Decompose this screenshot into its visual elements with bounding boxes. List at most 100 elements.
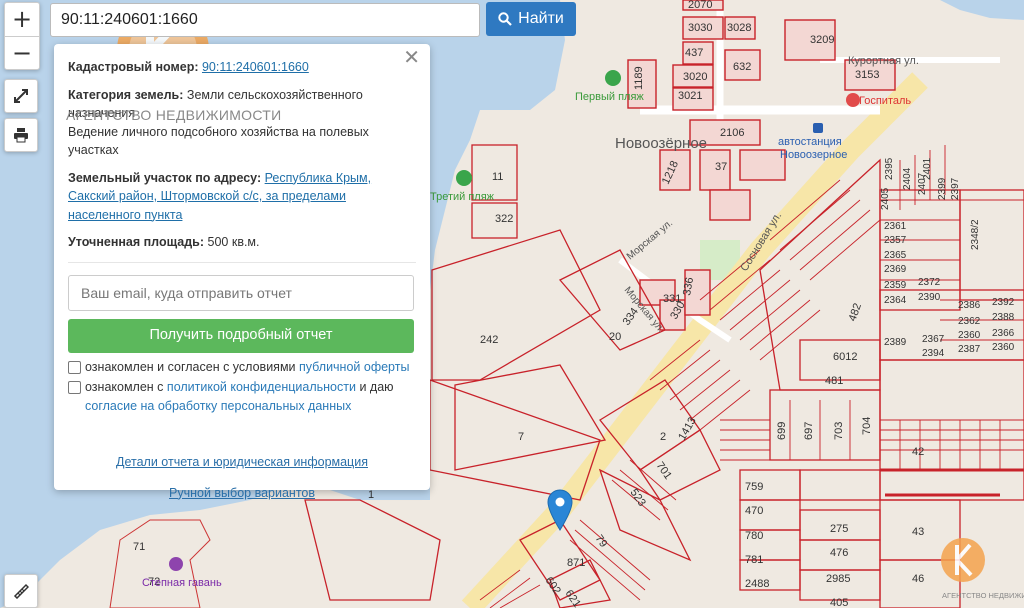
parcel-label: 2395: [884, 157, 895, 180]
usage-text: Ведение личного подсобного хозяйства на …: [68, 124, 369, 158]
parcel-label: 46: [912, 573, 924, 585]
privacy-consent-label: ознакомлен с: [85, 380, 164, 394]
parcel-label: 20: [609, 331, 621, 343]
harbor-icon[interactable]: [169, 557, 183, 571]
bus-icon[interactable]: [813, 123, 823, 133]
parcel-label: 2488: [745, 578, 769, 590]
cadastral-label: Кадастровый номер:: [68, 60, 199, 74]
cadastral-row: Кадастровый номер: 90:11:240601:1660: [68, 58, 416, 77]
parcel-label: 2106: [720, 127, 744, 139]
parcel-label: 781: [745, 554, 763, 566]
parcel-label: 2985: [826, 573, 850, 585]
parcel-label: 2361: [884, 221, 907, 232]
parcel-label: 2369: [884, 264, 907, 275]
privacy-consent-and: и даю: [359, 380, 394, 394]
parcel-label: 2357: [884, 235, 907, 246]
search-icon: [498, 12, 512, 26]
privacy-checkbox[interactable]: [68, 381, 81, 394]
ruler-button[interactable]: [4, 574, 38, 608]
fullscreen-button[interactable]: [4, 79, 38, 113]
parcel-label: 2405: [880, 187, 891, 210]
parcel-label: 476: [830, 547, 848, 559]
offer-consent[interactable]: ознакомлен и согласен с условиями публич…: [68, 358, 416, 377]
parcel-label: 2399: [937, 177, 948, 200]
parcel-label: 2070: [688, 0, 712, 11]
parcel-label: 3153: [855, 69, 879, 81]
get-report-button[interactable]: Получить подробный отчет: [68, 318, 414, 353]
search-button[interactable]: Найти: [486, 2, 576, 36]
parcel-label: 3209: [810, 34, 834, 46]
cadastral-search-input[interactable]: [50, 3, 480, 37]
parcel-label: 632: [733, 61, 751, 73]
parcel-label: 322: [495, 213, 513, 225]
parcel-label: 699: [776, 422, 788, 440]
parcel-label: 871: [567, 557, 585, 569]
privacy-consent[interactable]: ознакомлен с политикой конфиденциальност…: [68, 378, 416, 415]
parcel-label: 2397: [950, 177, 961, 200]
zoom-in-button[interactable]: +: [5, 3, 39, 37]
street-label: Морская ул.: [625, 218, 675, 263]
area-row: Уточненная площадь: 500 кв.м.: [68, 233, 416, 252]
parcel-label: 2389: [884, 337, 907, 348]
parcel-label: 7: [518, 431, 524, 443]
parcel-label: 2359: [884, 280, 907, 291]
parcel-label: 1413: [676, 415, 699, 442]
parcel-label: 3021: [678, 90, 702, 102]
parcel-label: 2387: [958, 344, 981, 355]
parcel-label: 275: [830, 523, 848, 535]
parcel-label: 697: [803, 422, 815, 440]
hospital-icon[interactable]: [846, 93, 860, 107]
zoom-out-button[interactable]: −: [5, 37, 39, 70]
parcel-label: 759: [745, 481, 763, 493]
parcel-label: 3030: [688, 22, 712, 34]
offer-checkbox[interactable]: [68, 360, 81, 374]
privacy-consent-text: ознакомлен с политикой конфиденциальност…: [85, 378, 394, 415]
manual-choice-link[interactable]: Ручной выбор вариантов: [169, 486, 315, 500]
privacy-policy-link[interactable]: политикой конфиденциальности: [167, 380, 356, 394]
poi-label: Первый пляж: [575, 91, 644, 103]
address-label: Земельный участок по адресу:: [68, 170, 262, 185]
poi-label: Госпиталь: [859, 95, 911, 107]
parcel-label: 780: [745, 530, 763, 542]
parcel-label: 437: [685, 47, 703, 59]
street-label: Курортная ул.: [848, 55, 919, 67]
parcel-label: 405: [830, 597, 848, 608]
area-value: 500 кв.м.: [207, 235, 260, 249]
details-link[interactable]: Детали отчета и юридическая информация: [116, 455, 368, 469]
email-field[interactable]: [68, 274, 414, 311]
agency-watermark: АГЕНТСТВО НЕДВИЖИМОСТИ: [66, 107, 282, 123]
beach-icon[interactable]: [456, 170, 472, 186]
parcel-label: 242: [480, 334, 498, 346]
close-icon[interactable]: ✕: [403, 47, 420, 66]
area-label: Уточненная площадь:: [68, 235, 205, 249]
parcel-label: 1189: [633, 66, 645, 90]
parcel-label: 6012: [833, 351, 857, 363]
ruler-icon: [13, 583, 29, 599]
personal-data-link[interactable]: согласие на обработку персональных данны…: [85, 399, 351, 413]
parcel-label: 2366: [992, 328, 1015, 339]
parcel-label: 2364: [884, 295, 907, 306]
parcel-label: 704: [861, 417, 873, 435]
poi-label: Степная гавань: [142, 577, 222, 589]
poi-label: Новоозерное: [780, 149, 847, 161]
parcel-label: 11: [492, 171, 503, 183]
parcel-label: 2367: [922, 334, 945, 345]
parcel-label: 2365: [884, 250, 907, 261]
settlement-label: Новоозёрное: [615, 135, 707, 152]
address-row: Земельный участок по адресу: Республика …: [68, 169, 416, 225]
category-label: Категория земель:: [68, 87, 184, 102]
parcel-label: 2360: [958, 330, 981, 341]
parcel-label: 2404: [902, 167, 913, 190]
divider: [68, 261, 416, 263]
poi-label: автостанция: [778, 136, 842, 148]
parcel-label: 2388: [992, 312, 1015, 323]
beach-icon[interactable]: [605, 70, 621, 86]
offer-link[interactable]: публичной оферты: [299, 360, 409, 374]
print-button[interactable]: [4, 118, 38, 152]
parcel-label: 621: [563, 588, 583, 608]
parcel-label: 703: [833, 422, 845, 440]
cadastral-link[interactable]: 90:11:240601:1660: [202, 60, 309, 74]
parcel-label: 2386: [958, 300, 981, 311]
parcel-label: 482: [847, 302, 865, 323]
parcel-label: 43: [912, 526, 924, 538]
